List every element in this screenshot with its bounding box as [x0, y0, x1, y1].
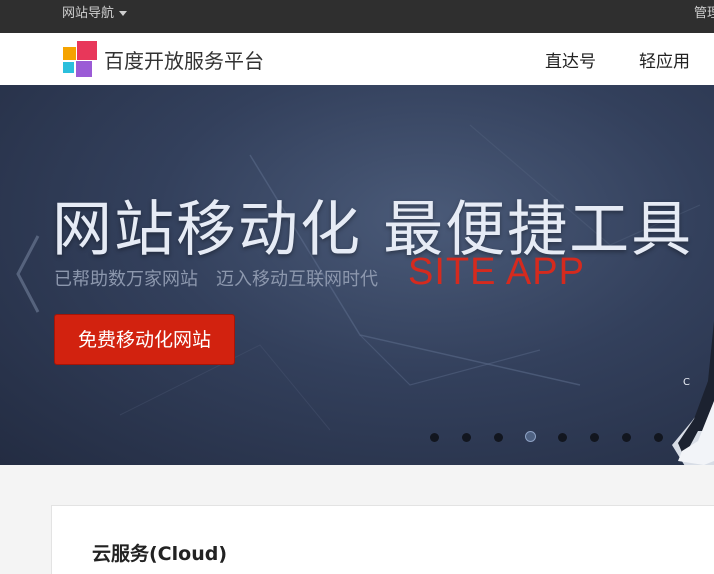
- hero-headline: 网站移动化 最便捷工具: [52, 195, 694, 265]
- carousel-dot-3[interactable]: [494, 433, 503, 442]
- caret-down-icon: [119, 11, 128, 16]
- nav-item-zhidahao[interactable]: 直达号: [545, 47, 596, 72]
- content-area: 云服务(Cloud): [0, 465, 714, 574]
- hero-banner: 网站移动化 最便捷工具 已帮助数万家网站 迈入移动互联网时代 SITE APP 免…: [0, 85, 714, 465]
- carousel-dot-1[interactable]: [430, 433, 439, 442]
- hero-subline-part2: 迈入移动互联网时代: [216, 269, 378, 290]
- free-mobilize-button[interactable]: 免费移动化网站: [54, 314, 235, 365]
- cloud-service-card: 云服务(Cloud): [51, 505, 714, 574]
- hero-subline: 已帮助数万家网站 迈入移动互联网时代: [54, 265, 378, 291]
- site-navigation-label: 网站导航: [62, 6, 115, 21]
- device-illustration: C: [672, 311, 714, 465]
- carousel-dot-6[interactable]: [590, 433, 599, 442]
- nav-item-light-app[interactable]: 轻应用: [639, 47, 690, 72]
- hero-subline-part1: 已帮助数万家网站: [54, 269, 198, 290]
- carousel-dot-4-active[interactable]: [525, 431, 536, 442]
- section-title: 云服务(Cloud): [92, 543, 228, 565]
- site-app-label: SITE APP: [408, 251, 585, 293]
- carousel-dot-5[interactable]: [558, 433, 567, 442]
- carousel-dot-8[interactable]: [654, 433, 663, 442]
- carousel-dot-2[interactable]: [462, 433, 471, 442]
- site-navigation-menu[interactable]: 网站导航: [62, 0, 128, 27]
- carousel-dot-7[interactable]: [622, 433, 631, 442]
- svg-text:C: C: [683, 377, 690, 388]
- site-header: 百度开放服务平台 直达号 轻应用: [0, 33, 714, 85]
- manage-link[interactable]: 管理: [694, 0, 714, 27]
- baidu-open-logo[interactable]: [63, 41, 97, 77]
- chevron-left-icon[interactable]: [12, 232, 44, 316]
- brand-title: 百度开放服务平台: [104, 49, 264, 73]
- top-bar: 网站导航 管理: [0, 0, 714, 33]
